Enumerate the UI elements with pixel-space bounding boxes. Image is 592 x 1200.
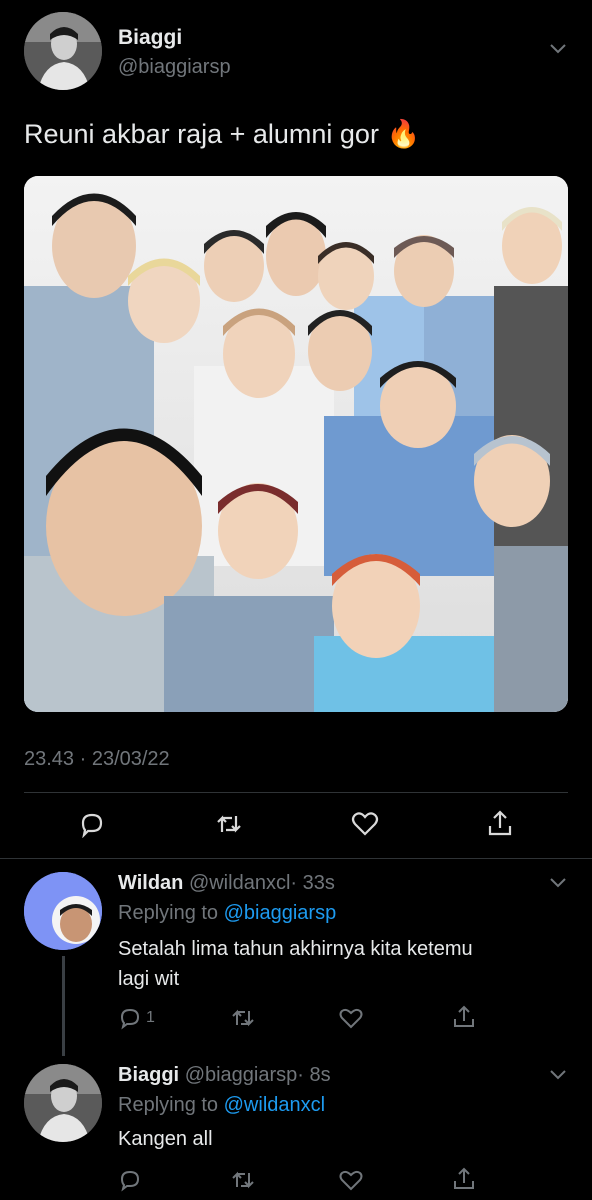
replying-to: Replying to @biaggiarsp — [118, 902, 336, 925]
reply-time: · 33s — [290, 872, 335, 894]
divider — [24, 792, 568, 793]
reply-display-name[interactable]: Biaggi — [118, 1064, 179, 1086]
tweet-text: Reuni akbar raja + alumni gor 🔥 — [24, 118, 420, 150]
reply-icon — [120, 1008, 140, 1030]
author-display-name[interactable]: Biaggi — [118, 26, 182, 50]
reply-button[interactable]: 1 — [118, 1006, 162, 1032]
retweet-icon — [232, 1171, 254, 1189]
like-button[interactable] — [338, 1168, 364, 1192]
tweet-media-photo[interactable] — [24, 176, 568, 712]
tweet-text-body: Reuni akbar raja + alumni gor — [24, 119, 379, 149]
replying-to-handle[interactable]: @biaggiarsp — [224, 902, 337, 924]
avatar-photo — [24, 872, 102, 950]
group-photo — [24, 176, 568, 712]
replying-to: Replying to @wildanxcl — [118, 1094, 325, 1117]
avatar-photo — [24, 12, 102, 90]
reply-handle[interactable]: @biaggiarsp — [185, 1064, 298, 1086]
heart-icon — [339, 1008, 363, 1029]
reply-icon — [81, 813, 103, 839]
chevron-down-icon[interactable] — [548, 42, 568, 56]
reply-text: Kangen all — [118, 1128, 213, 1150]
tweet-timestamp[interactable]: 23.43 · 23/03/22 — [24, 748, 170, 771]
fire-emoji: 🔥 — [386, 119, 421, 149]
like-button[interactable] — [338, 1006, 364, 1030]
reply-avatar-wildan[interactable] — [24, 872, 102, 950]
retweet-icon — [217, 815, 241, 833]
replying-to-prefix: Replying to — [118, 902, 219, 924]
author-handle[interactable]: @biaggiarsp — [118, 56, 231, 79]
retweet-button[interactable] — [230, 1168, 256, 1192]
reply-button[interactable] — [118, 1168, 142, 1192]
reply-handle[interactable]: @wildanxcl — [189, 872, 290, 894]
share-button[interactable] — [452, 1166, 476, 1192]
retweet-icon — [232, 1009, 254, 1027]
reply-icon — [120, 1170, 140, 1192]
divider — [0, 858, 592, 859]
like-button[interactable] — [350, 810, 380, 838]
replying-to-handle[interactable]: @wildanxcl — [224, 1094, 325, 1116]
reply-count: 1 — [146, 1009, 155, 1026]
reply-header: Wildan @wildanxcl· 33s — [118, 872, 335, 895]
chevron-down-icon[interactable] — [548, 876, 568, 890]
share-button[interactable] — [452, 1004, 476, 1030]
chevron-down-icon[interactable] — [548, 1068, 568, 1082]
share-icon — [454, 1167, 474, 1189]
avatar-photo — [24, 1064, 102, 1142]
reply-text-line-2: lagi wit — [118, 968, 180, 990]
retweet-button[interactable] — [214, 810, 244, 838]
thread-line — [62, 956, 65, 1056]
heart-icon — [339, 1170, 363, 1191]
reply-header: Biaggi @biaggiarsp· 8s — [118, 1064, 331, 1087]
heart-icon — [351, 812, 379, 836]
reply-display-name[interactable]: Wildan — [118, 872, 183, 894]
share-icon — [454, 1005, 474, 1027]
reply-button[interactable] — [78, 810, 106, 839]
reply-avatar-biaggi[interactable] — [24, 1064, 102, 1142]
reply-text-line-1: Setalah lima tahun akhirnya kita ketemu — [118, 938, 473, 960]
replying-to-prefix: Replying to — [118, 1094, 219, 1116]
share-button[interactable] — [486, 808, 514, 838]
share-icon — [488, 810, 512, 836]
reply-time: · 8s — [297, 1064, 331, 1086]
author-avatar[interactable] — [24, 12, 102, 90]
retweet-button[interactable] — [230, 1006, 256, 1030]
